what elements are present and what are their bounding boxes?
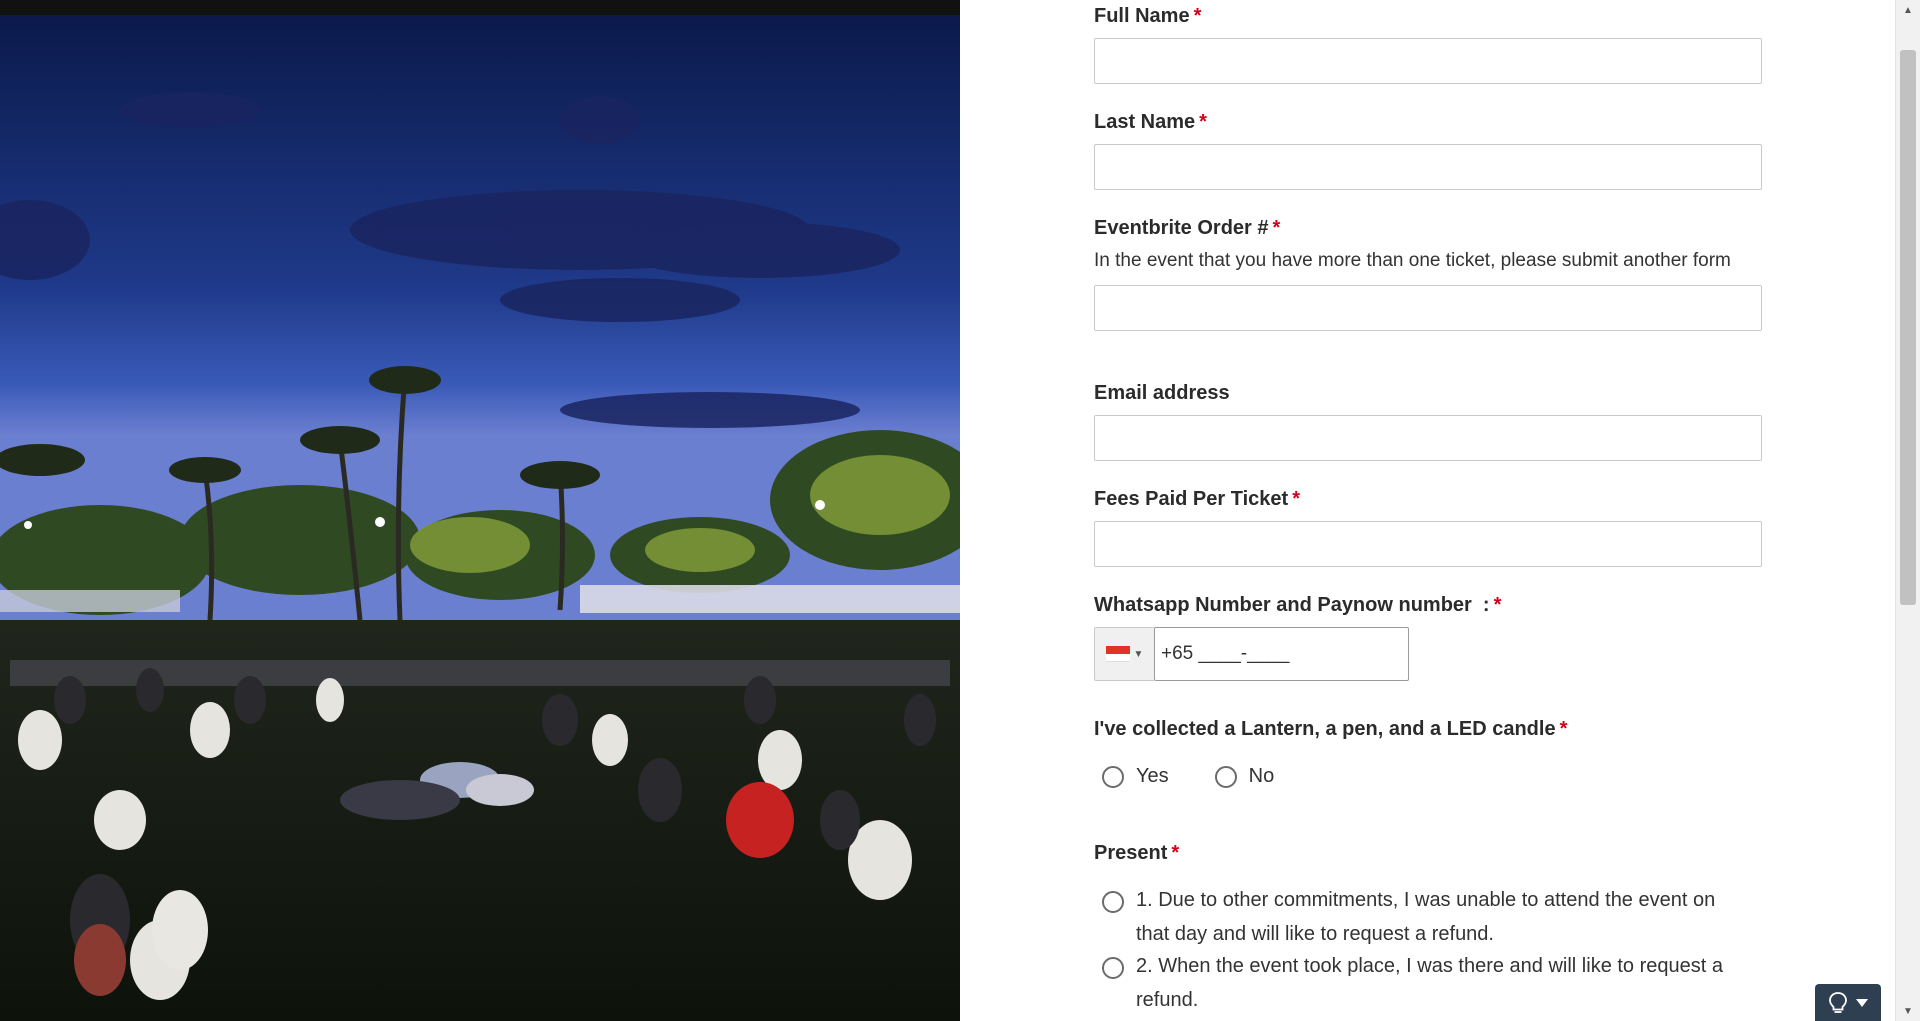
radio-yes[interactable]	[1102, 765, 1124, 788]
eventbrite-order-field: Eventbrite Order # * In the event that yo…	[1094, 216, 1762, 331]
scrollbar-thumb[interactable]	[1900, 50, 1916, 605]
required-marker: *	[1559, 718, 1568, 740]
radio-no[interactable]	[1214, 765, 1237, 788]
form-panel: Full Name * Last Name * Eventbrite Order #…	[960, 0, 1895, 1021]
scrollbar[interactable]: ▲ ▼	[1895, 0, 1920, 1021]
collected-items-field: I've collected a Lantern, a pen, and a L…	[1094, 717, 1762, 788]
scroll-down-icon[interactable]: ▼	[1896, 1003, 1920, 1019]
event-photo	[0, 0, 960, 1021]
option-no-label: No	[1248, 765, 1275, 787]
present-option-1[interactable]: 1. Due to other commitments, I was unabl…	[1094, 889, 1762, 951]
option-yes[interactable]: Yes	[1102, 765, 1169, 788]
singapore-flag-icon	[1105, 646, 1130, 662]
collected-items-label: I've collected a Lantern, a pen, and a L…	[1094, 718, 1568, 740]
phone-input-group: ▼ +65 ____-____	[1094, 627, 1762, 681]
present-option-2[interactable]: 2. When the event took place, I was ther…	[1094, 955, 1762, 1017]
chevron-down-icon	[1856, 998, 1868, 1007]
required-marker: *	[1292, 488, 1300, 510]
present-label: Present *	[1094, 842, 1180, 864]
full-name-label: Full Name *	[1094, 5, 1202, 27]
required-marker: *	[1171, 842, 1180, 864]
present-field: Present * 1. Due to other commitments, I …	[1094, 841, 1762, 1017]
last-name-input[interactable]	[1094, 144, 1762, 190]
country-code-dropdown[interactable]: ▼	[1094, 627, 1154, 681]
collected-options: Yes No	[1094, 765, 1762, 788]
phone-input[interactable]: +65 ____-____	[1154, 627, 1409, 681]
radio-present-2[interactable]	[1102, 957, 1124, 979]
required-marker: *	[1199, 111, 1207, 133]
phone-field: Whatsapp Number and Paynow number : * ▼ +…	[1094, 593, 1762, 681]
email-input[interactable]	[1094, 415, 1762, 461]
phone-label: Whatsapp Number and Paynow number : *	[1094, 594, 1502, 616]
fees-paid-input[interactable]	[1094, 521, 1762, 567]
fees-paid-label: Fees Paid Per Ticket *	[1094, 488, 1300, 510]
radio-present-1[interactable]	[1102, 891, 1124, 913]
help-button[interactable]	[1815, 984, 1881, 1021]
photo-top-bar	[0, 0, 960, 15]
option-no[interactable]: No	[1214, 765, 1275, 788]
email-field: Email address	[1094, 381, 1762, 461]
required-marker: *	[1272, 217, 1281, 239]
lawn-night-scene	[0, 0, 960, 1021]
present-option-1-label: 1. Due to other commitments, I was unabl…	[1136, 889, 1716, 945]
last-name-field: Last Name *	[1094, 110, 1762, 190]
full-name-input[interactable]	[1094, 38, 1762, 84]
scroll-up-icon[interactable]: ▲	[1896, 2, 1920, 18]
present-option-2-label: 2. When the event took place, I was ther…	[1136, 955, 1723, 1011]
full-name-field: Full Name *	[1094, 4, 1762, 84]
required-marker: *	[1193, 5, 1202, 27]
eventbrite-order-label: Eventbrite Order # *	[1094, 217, 1281, 239]
email-label: Email address	[1094, 382, 1230, 404]
required-marker: *	[1493, 594, 1502, 616]
chevron-down-icon: ▼	[1133, 648, 1144, 660]
lightbulb-icon	[1829, 991, 1847, 1013]
fees-paid-field: Fees Paid Per Ticket *	[1094, 487, 1762, 567]
eventbrite-order-description: In the event that you have more than one…	[1094, 250, 1731, 271]
eventbrite-order-input[interactable]	[1094, 285, 1762, 331]
last-name-label: Last Name *	[1094, 111, 1207, 133]
option-yes-label: Yes	[1136, 765, 1169, 787]
